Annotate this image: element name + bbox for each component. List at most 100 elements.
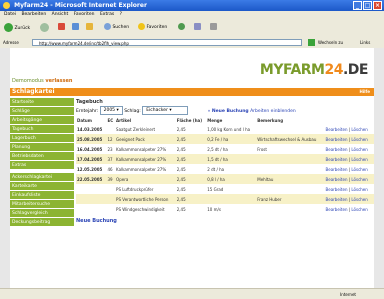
sidebar-item-betriebsdaten[interactable]: Betriebsdaten — [10, 152, 74, 161]
cell-amount: 1,5 dt / ha — [206, 154, 257, 164]
edit-link[interactable]: Bearbeiten — [326, 207, 348, 212]
show-work-link[interactable]: Arbeiten einblenden — [250, 109, 296, 114]
menu-help[interactable]: ? — [120, 12, 122, 17]
cell-article: Kalkammonsalpeter 27% — [116, 146, 167, 152]
cell-ec: 46 — [107, 166, 113, 172]
delete-link[interactable]: Löschen — [351, 137, 367, 142]
go-button[interactable]: Wechseln zu — [318, 37, 343, 48]
new-booking-link[interactable]: Neue Buchung — [212, 109, 249, 114]
sidebar-item-schlaege[interactable]: Schläge — [10, 107, 74, 116]
maximize-button[interactable]: □ — [363, 1, 372, 10]
cell-amount: 2 dt / ha — [207, 166, 225, 172]
edit-link[interactable]: Bearbeiten — [326, 147, 348, 152]
table-row: 17.04.2005 37 Kalkammonsalpeter 27% 2,45 1,5… — [76, 154, 374, 164]
links-button[interactable]: Links — [360, 37, 370, 48]
menu-view[interactable]: Ansicht — [52, 12, 69, 17]
home-button[interactable] — [86, 23, 93, 33]
sidebar-item-mitarbeitersuche[interactable]: Mitarbeitersuche — [10, 200, 74, 209]
close-button[interactable]: × — [373, 1, 382, 10]
cell-date: 12.05.2005 — [77, 166, 103, 172]
menu-file[interactable]: Datei — [4, 12, 16, 17]
menu-tools[interactable]: Extras — [100, 12, 114, 17]
cell-amount: 0,8 l / ha — [206, 174, 257, 184]
cell-actions: Bearbeiten | Löschen — [325, 144, 375, 154]
table-row: 12.05.2005 46 Kalkammonsalpeter 27% 2,45 2 d… — [76, 164, 374, 174]
cell-date: 16.04.2005 — [77, 146, 103, 152]
sidebar-item-einkaufsliste[interactable]: Einkaufsliste — [10, 191, 74, 200]
sidebar-item-ackerschlagkartei[interactable]: Ackerschlagkartei — [10, 173, 74, 182]
cell-actions: Bearbeiten | Löschen — [325, 164, 375, 174]
delete-link[interactable]: Löschen — [351, 187, 367, 192]
ie-icon — [3, 2, 10, 9]
delete-link[interactable]: Löschen — [351, 157, 367, 162]
sidebar-item-startseite[interactable]: Startseite — [10, 98, 74, 107]
title-bar: Myfarm24 - Microsoft Internet Explorer _… — [0, 0, 384, 11]
history-button[interactable] — [178, 23, 185, 33]
print-icon — [210, 23, 217, 30]
sidebar-item-arbeitsgaenge[interactable]: Arbeitsgänge — [10, 116, 74, 125]
delete-link[interactable]: Löschen — [351, 167, 367, 172]
cell-area: 2,45 — [176, 206, 186, 212]
arrow-icon: » — [207, 109, 211, 114]
cell-ec: 23 — [107, 146, 113, 152]
minimize-button[interactable]: _ — [353, 1, 362, 10]
print-button[interactable] — [210, 23, 217, 33]
address-input[interactable]: http://www.myfarm24.de/inc/tb2flh_view.p… — [32, 39, 302, 46]
cell-ec — [106, 204, 115, 214]
col-amount: Menge — [207, 117, 223, 123]
edit-link[interactable]: Bearbeiten — [326, 127, 348, 132]
cell-date: 14.03.2005 — [77, 126, 103, 132]
go-arrow-icon[interactable] — [308, 39, 315, 46]
favorites-button[interactable]: Favoriten — [138, 23, 167, 33]
menu-favorites[interactable]: Favoriten — [74, 12, 95, 17]
field-select[interactable]: Eichacker ▾ — [142, 106, 189, 115]
stop-button[interactable] — [58, 23, 65, 33]
cell-note — [256, 164, 324, 174]
search-button[interactable]: Suchen — [104, 23, 129, 33]
edit-link[interactable]: Bearbeiten — [326, 177, 348, 182]
edit-link[interactable]: Bearbeiten — [326, 167, 348, 172]
delete-link[interactable]: Löschen — [351, 207, 367, 212]
cell-amount: 10 m/s — [207, 206, 221, 212]
edit-link[interactable]: Bearbeiten — [326, 157, 348, 162]
mail-button[interactable] — [194, 23, 201, 33]
new-booking-link-bottom[interactable]: Neue Buchung — [76, 218, 374, 224]
delete-link[interactable]: Löschen — [351, 147, 367, 152]
delete-link[interactable]: Löschen — [351, 127, 367, 132]
sidebar-item-lagerbuch[interactable]: Lagerbuch — [10, 134, 74, 143]
search-icon — [104, 23, 111, 30]
edit-link[interactable]: Bearbeiten — [326, 187, 348, 192]
sidebar-item-deckungsbeitrag[interactable]: Deckungsbeitrag — [10, 218, 74, 227]
back-button[interactable]: Zurück — [4, 23, 30, 33]
edit-link[interactable]: Bearbeiten — [326, 197, 348, 202]
table-row: 14.03.2005 Saatgut Zerkleinert 2,45 1,00 kg… — [76, 124, 374, 134]
delete-link[interactable]: Löschen — [351, 177, 367, 182]
star-icon — [138, 23, 145, 30]
edit-link[interactable]: Bearbeiten — [326, 137, 348, 142]
help-link[interactable]: Hilfe — [359, 88, 370, 96]
cell-actions: Bearbeiten | Löschen — [324, 134, 374, 144]
demo-exit-link[interactable]: verlassen — [45, 78, 72, 84]
refresh-button[interactable] — [72, 23, 79, 33]
sidebar-item-extras[interactable]: Extras — [10, 161, 74, 170]
cell-amount: 1,00 kg Korn und l ha — [207, 126, 251, 132]
site-header: Demomodus verlassen MYFARM24.DE — [10, 48, 374, 86]
cell-date — [76, 204, 106, 214]
table-header-row: Datum EC Artikel Fläche (ha) Menge Bemer… — [76, 116, 374, 124]
sidebar-item-karteikarte[interactable]: Karteikarte — [10, 182, 74, 191]
cell-date: 25.08.2005 — [76, 134, 107, 144]
forward-button[interactable] — [40, 23, 49, 33]
cell-article: PS Windgeschwindigkeit — [116, 206, 165, 212]
cell-date — [76, 194, 107, 204]
delete-link[interactable]: Löschen — [351, 197, 367, 202]
sidebar-item-tagebuch[interactable]: Tagebuch — [10, 125, 74, 134]
cell-note — [256, 204, 324, 214]
year-select[interactable]: 2005 ▾ — [99, 106, 123, 115]
field-label: Schlag: — [124, 109, 141, 114]
sidebar-item-schlagvergleich[interactable]: Schlagvergleich — [10, 209, 74, 218]
stop-icon — [58, 23, 65, 30]
col-note: Bemerkung — [257, 117, 284, 123]
menu-edit[interactable]: Bearbeiten — [21, 12, 46, 17]
cell-article: PS Luftdruckprüfer — [116, 186, 154, 192]
sidebar-item-planung[interactable]: Planung — [10, 143, 74, 152]
